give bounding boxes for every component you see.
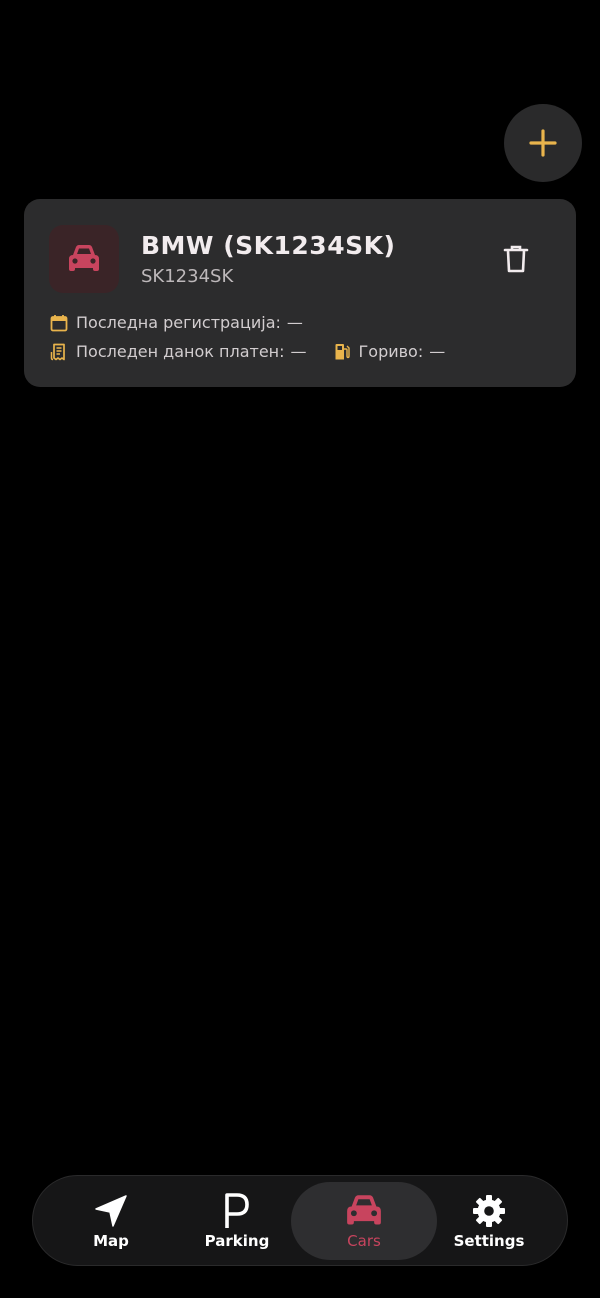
tax-label: Последен данок платен: xyxy=(76,342,285,361)
fuel-pump-icon xyxy=(333,343,351,361)
calendar-icon xyxy=(50,314,68,332)
car-avatar xyxy=(49,225,119,293)
fuel-value: — xyxy=(429,342,446,361)
fuel-label: Гориво: xyxy=(358,342,424,361)
trash-icon xyxy=(503,245,529,273)
add-car-button[interactable] xyxy=(504,104,582,182)
tax-value: — xyxy=(290,342,307,361)
tab-settings-label: Settings xyxy=(453,1231,525,1250)
receipt-icon xyxy=(50,343,68,361)
tab-cars[interactable]: Cars xyxy=(291,1182,437,1260)
car-plate: SK1234SK xyxy=(141,266,234,287)
tab-cars-label: Cars xyxy=(347,1232,381,1250)
parking-p-icon xyxy=(222,1192,252,1230)
car-icon xyxy=(342,1192,386,1230)
delete-car-button[interactable] xyxy=(498,239,534,279)
tax-fuel-row: Последен данок платен: — Гориво: — xyxy=(50,342,445,361)
tab-parking[interactable]: Parking xyxy=(189,1176,285,1265)
tab-parking-label: Parking xyxy=(204,1231,270,1250)
registration-label: Последна регистрација: xyxy=(76,313,281,332)
registration-value: — xyxy=(286,313,303,332)
cars-screen: BMW (SK1234SK) SK1234SK Последна регистр… xyxy=(0,0,600,1298)
tab-settings[interactable]: Settings xyxy=(441,1176,537,1265)
bottom-tab-bar: Map Parking Cars Settings xyxy=(32,1175,568,1266)
plus-icon xyxy=(529,129,557,157)
tab-map[interactable]: Map xyxy=(63,1176,159,1265)
tab-map-label: Map xyxy=(93,1231,129,1250)
car-name: BMW (SK1234SK) xyxy=(141,231,396,260)
car-card[interactable]: BMW (SK1234SK) SK1234SK Последна регистр… xyxy=(24,199,576,387)
registration-row: Последна регистрација: — xyxy=(50,313,303,332)
car-icon xyxy=(69,245,99,271)
gear-icon xyxy=(471,1192,507,1230)
navigation-arrow-icon xyxy=(93,1192,129,1230)
fuel-info: Гориво: — xyxy=(333,342,446,361)
